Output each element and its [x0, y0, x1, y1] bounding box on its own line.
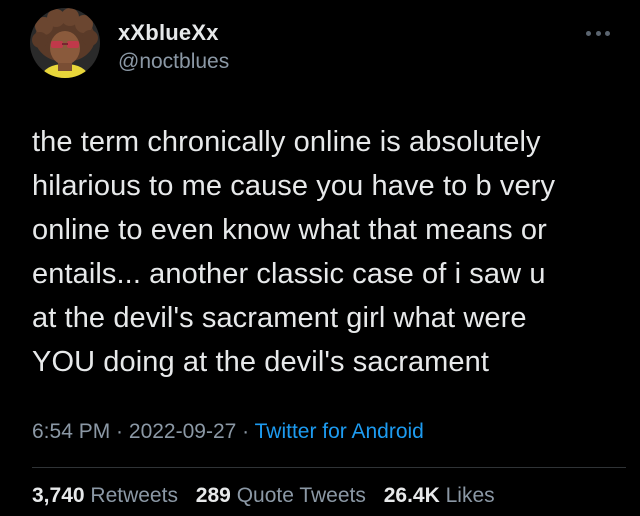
dot	[595, 30, 601, 36]
profile-photo-icon	[30, 8, 100, 78]
meta-separator: ·	[236, 420, 255, 443]
tweet-text: the term chronically online is absolutel…	[32, 126, 556, 378]
quote-tweets-label: Quote Tweets	[236, 484, 366, 507]
quote-tweets-count: 289	[195, 484, 231, 507]
tweet-source-link[interactable]: Twitter for Android	[255, 420, 424, 443]
likes-count: 26.4K	[383, 484, 440, 507]
tweet-date[interactable]: 2022-09-27	[129, 420, 236, 443]
likes-label: Likes	[445, 484, 495, 507]
divider	[32, 467, 626, 468]
dot	[605, 30, 610, 36]
retweets-stat[interactable]: 3,740 Retweets	[32, 484, 178, 507]
display-name[interactable]: xXblueXx	[118, 20, 219, 46]
retweets-count: 3,740	[32, 484, 85, 507]
tweet-stats: 3,740 Retweets 289 Quote Tweets 26.4K Li…	[32, 483, 507, 509]
tweet-time[interactable]: 6:54 PM	[32, 420, 110, 443]
avatar[interactable]	[30, 8, 100, 78]
dot	[586, 30, 591, 36]
likes-stat[interactable]: 26.4K Likes	[384, 484, 495, 507]
more-options-icon[interactable]	[583, 24, 613, 42]
tweet-meta: 6:54 PM · 2022-09-27 · Twitter for Andro…	[32, 419, 424, 445]
tweet-card: xXblueXx @noctblues the term chronically…	[0, 0, 640, 516]
retweets-label: Retweets	[90, 484, 178, 507]
quote-tweets-stat[interactable]: 289 Quote Tweets	[196, 484, 366, 507]
meta-separator: ·	[110, 420, 129, 443]
user-handle[interactable]: @noctblues	[118, 49, 229, 75]
